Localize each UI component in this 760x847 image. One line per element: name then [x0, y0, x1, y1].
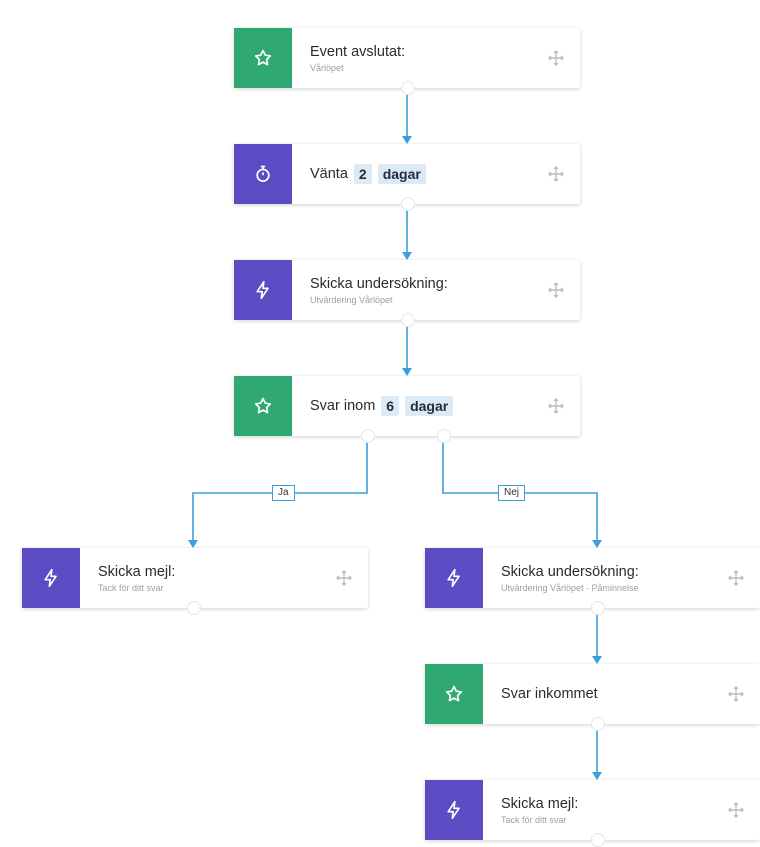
node-subtitle: Tack för ditt svar: [501, 814, 567, 825]
output-port[interactable]: [187, 601, 201, 615]
arrowhead: [592, 772, 602, 780]
node-svar-inom[interactable]: Svar inom 6 dagar: [234, 376, 580, 443]
node-skicka-undersokning-paminnelse[interactable]: Skicka undersökning: Utvärdering Vårlöpe…: [425, 548, 760, 615]
output-port[interactable]: [591, 833, 605, 847]
node-title: Skicka undersökning:: [310, 275, 448, 292]
duration-unit-chip[interactable]: dagar: [377, 164, 426, 184]
drag-handle-icon[interactable]: [728, 570, 744, 586]
node-event-avslutat[interactable]: Event avslutat: Vårlöpet: [234, 28, 580, 95]
drag-handle-icon[interactable]: [728, 686, 744, 702]
node-vanta[interactable]: Vänta 2 dagar: [234, 144, 580, 211]
bolt-icon: [234, 260, 292, 320]
node-prefix: Svar inom: [310, 398, 376, 414]
node-title: Svar inkommet: [501, 686, 598, 702]
node-skicka-undersokning[interactable]: Skicka undersökning: Utvärdering Vårlöpe…: [234, 260, 580, 327]
node-subtitle: Vårlöpet: [310, 62, 344, 73]
arrowhead: [592, 540, 602, 548]
node-skicka-mejl-nej[interactable]: Skicka mejl: Tack för ditt svar: [425, 780, 760, 847]
output-port[interactable]: [591, 717, 605, 731]
node-subtitle: Utvärdering Vårlöpet: [310, 294, 393, 305]
arrowhead: [188, 540, 198, 548]
timer-icon: [234, 144, 292, 204]
output-port[interactable]: [401, 81, 415, 95]
node-subtitle: Utvärdering Vårlöpet - Påminnelse: [501, 582, 639, 593]
drag-handle-icon[interactable]: [548, 50, 564, 66]
output-port[interactable]: [401, 197, 415, 211]
node-title: Skicka mejl:: [501, 795, 579, 812]
arrowhead: [402, 136, 412, 144]
duration-unit-chip[interactable]: dagar: [405, 396, 454, 416]
star-icon: [425, 664, 483, 724]
output-port-no[interactable]: [437, 429, 451, 443]
node-title: Skicka mejl:: [98, 563, 176, 580]
output-port[interactable]: [591, 601, 605, 615]
drag-handle-icon[interactable]: [336, 570, 352, 586]
branch-label-no[interactable]: Nej: [498, 485, 526, 501]
node-subtitle: Tack för ditt svar: [98, 582, 164, 593]
drag-handle-icon[interactable]: [548, 166, 564, 182]
star-icon: [234, 28, 292, 88]
duration-value-chip[interactable]: 2: [353, 164, 372, 184]
output-port-yes[interactable]: [361, 429, 375, 443]
duration-value-chip[interactable]: 6: [381, 396, 400, 416]
node-title: Event avslutat:: [310, 43, 406, 60]
drag-handle-icon[interactable]: [548, 282, 564, 298]
node-svar-inkommet[interactable]: Svar inkommet: [425, 664, 760, 731]
bolt-icon: [425, 780, 483, 840]
star-icon: [234, 376, 292, 436]
node-prefix: Vänta: [310, 166, 348, 182]
node-skicka-mejl-ja[interactable]: Skicka mejl: Tack för ditt svar: [22, 548, 368, 615]
bolt-icon: [22, 548, 80, 608]
branch-label-yes[interactable]: Ja: [272, 485, 295, 501]
bolt-icon: [425, 548, 483, 608]
drag-handle-icon[interactable]: [728, 802, 744, 818]
drag-handle-icon[interactable]: [548, 398, 564, 414]
arrowhead: [402, 368, 412, 376]
arrowhead: [402, 252, 412, 260]
node-title: Skicka undersökning:: [501, 563, 639, 580]
output-port[interactable]: [401, 313, 415, 327]
arrowhead: [592, 656, 602, 664]
